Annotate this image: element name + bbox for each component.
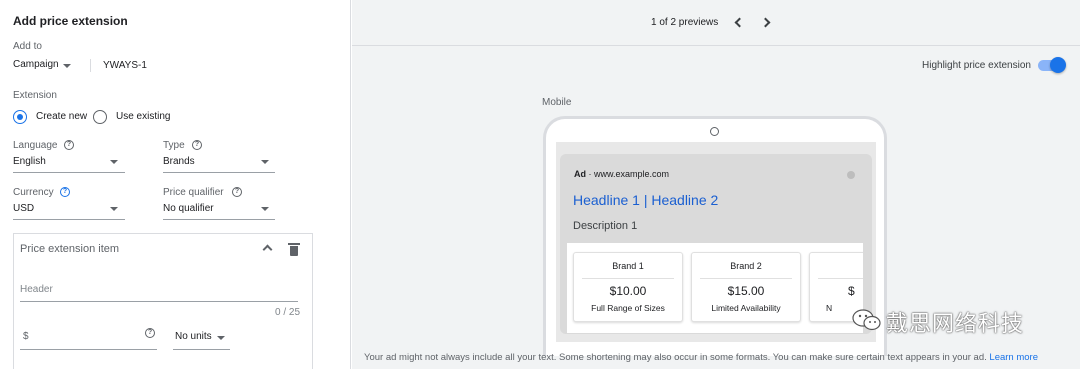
learn-more-link[interactable]: Learn more (989, 352, 1038, 363)
chevron-down-icon (110, 160, 118, 164)
add-to-value: Campaign (13, 59, 59, 70)
wechat-icon (852, 309, 881, 331)
language-value: English (13, 156, 46, 167)
chevron-down-icon (110, 207, 118, 211)
footer-note: Your ad might not always include all you… (364, 352, 1074, 364)
add-to-label: Add to (13, 41, 42, 52)
currency-label: Currency (13, 187, 54, 198)
units-value: No units (175, 331, 212, 342)
currency-value: USD (13, 203, 35, 214)
item-name: Brand 1 (612, 261, 644, 271)
header-underline (20, 301, 298, 302)
ad-description: Description 1 (573, 220, 638, 232)
item-price: $15.00 (727, 284, 765, 298)
help-icon[interactable]: ? (192, 140, 202, 150)
ad-badge: Ad (574, 169, 586, 179)
help-icon[interactable]: ? (64, 140, 74, 150)
item-price: $10.00 (609, 284, 647, 298)
qualifier-label: Price qualifier (163, 187, 224, 198)
toggle-knob (1050, 57, 1066, 73)
campaign-name: YWAYS-1 (103, 60, 147, 71)
currency-underline (13, 219, 125, 220)
ad-headline[interactable]: Headline 1 | Headline 2 (573, 192, 718, 208)
create-new-label[interactable]: Create new (36, 111, 87, 122)
price-items-carousel[interactable]: Brand 1 $10.00 Full Range of Sizes Brand… (567, 243, 863, 333)
price-item-preview[interactable]: Brand 1 $10.00 Full Range of Sizes (573, 252, 683, 322)
watermark-text: 戴思网络科技 (886, 312, 1025, 337)
panel-title: Add price extension (13, 14, 128, 28)
use-existing-label[interactable]: Use existing (116, 111, 170, 122)
divider (582, 278, 674, 279)
trash-icon[interactable] (288, 243, 300, 256)
chevron-down-icon (261, 207, 269, 211)
price-prefix: $ (23, 331, 29, 342)
divider (700, 278, 792, 279)
item-description: Full Range of Sizes (591, 303, 665, 313)
units-underline (173, 349, 230, 350)
divider (90, 59, 91, 72)
info-dot-icon (847, 171, 855, 179)
price-item-preview[interactable]: Brand 2 $15.00 Limited Availability (691, 252, 801, 322)
chevron-down-icon (261, 160, 269, 164)
ad-url: · www.example.com (588, 169, 670, 179)
type-label: Type (163, 140, 185, 151)
chevron-down-icon (63, 64, 71, 68)
help-icon[interactable]: ? (145, 328, 155, 338)
trash-bin (290, 246, 298, 256)
extension-label: Extension (13, 90, 57, 101)
use-existing-radio[interactable] (93, 110, 107, 124)
header-placeholder: Header (20, 284, 53, 295)
price-extension-panel: Add price extension Add to Campaign YWAY… (0, 0, 351, 369)
qualifier-value: No qualifier (163, 203, 214, 214)
preview-count: 1 of 2 previews (651, 17, 719, 28)
header-char-counter: 0 / 25 (275, 307, 301, 318)
ad-url-line: Ad · www.example.com (574, 169, 669, 179)
device-label: Mobile (542, 97, 572, 108)
highlight-label: Highlight price extension (922, 60, 1031, 71)
chevron-down-icon (217, 336, 225, 340)
help-icon[interactable]: ? (60, 187, 70, 197)
item-price: $ (848, 284, 855, 298)
help-icon[interactable]: ? (232, 187, 242, 197)
trash-lid (288, 243, 300, 245)
divider (818, 278, 863, 279)
language-underline (13, 172, 125, 173)
language-label: Language (13, 140, 58, 151)
create-new-radio[interactable] (13, 110, 27, 124)
type-value: Brands (163, 156, 195, 167)
item-name: Brand 2 (730, 261, 762, 271)
item-description: Limited Availability (711, 303, 781, 313)
qualifier-underline (163, 219, 275, 220)
phone-camera (710, 127, 719, 136)
type-underline (163, 172, 275, 173)
price-underline (20, 349, 157, 350)
price-item-title: Price extension item (20, 243, 120, 255)
footer-text: Your ad might not always include all you… (364, 352, 987, 363)
